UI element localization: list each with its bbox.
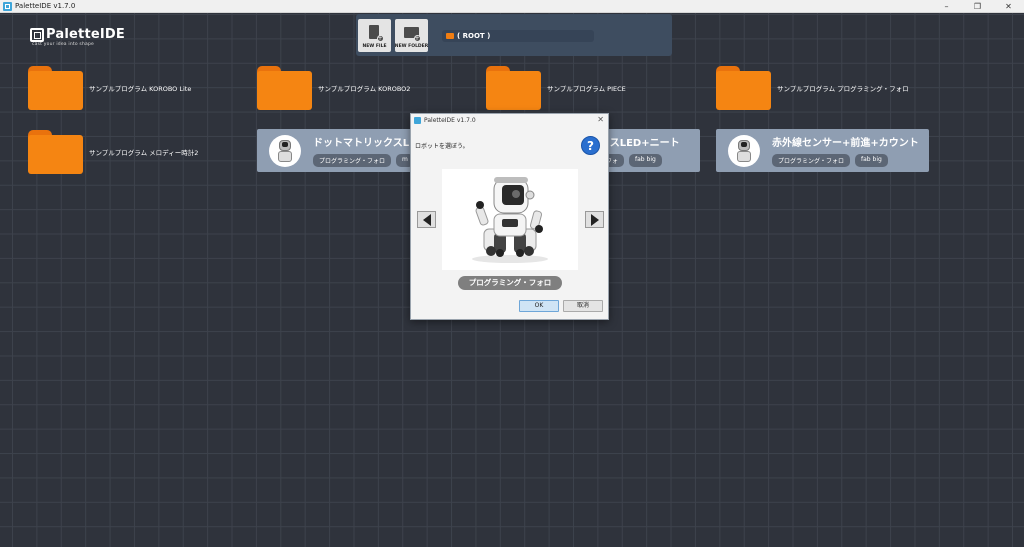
card-title: 赤外線センサー+前進+カウント: [772, 138, 919, 149]
card-tag: fab big: [855, 154, 888, 167]
program-card[interactable]: 赤外線センサー+前進+カウント プログラミング・フォロ fab big: [716, 129, 929, 172]
card-title: ドットマトリックスLED: [313, 138, 425, 149]
folder-icon: [716, 66, 771, 110]
close-button[interactable]: ✕: [993, 0, 1024, 13]
folder-icon: [28, 130, 83, 174]
app-logo: PaletteIDE cast your idea into shape: [30, 27, 125, 47]
folder-item[interactable]: サンプルプログラム KOROBO2: [257, 66, 410, 110]
path-text: ( ROOT ): [457, 32, 491, 40]
robot-avatar: [269, 134, 301, 167]
new-file-icon: +: [367, 25, 384, 42]
new-folder-label: NEW FOLDER: [394, 44, 429, 49]
app-icon: [3, 1, 12, 11]
card-tag: fab big: [629, 154, 662, 167]
card-tag: プログラミング・フォロ: [313, 154, 392, 167]
folder-icon: [257, 66, 312, 110]
dialog-title: PaletteIDE v1.7.0: [424, 116, 476, 124]
new-file-label: NEW FILE: [362, 44, 387, 49]
folder-icon: [446, 33, 454, 39]
app-icon: [414, 116, 421, 124]
robot-image: [442, 169, 578, 270]
folder-label: サンプルプログラム メロディー時計2: [89, 149, 199, 157]
ok-button[interactable]: OK: [519, 300, 559, 312]
question-icon: ?: [581, 136, 600, 155]
card-title: クスLED+ニート: [600, 138, 680, 149]
cancel-button[interactable]: 取消: [563, 300, 603, 312]
folder-item[interactable]: サンプルプログラム KOROBO Lite: [28, 66, 191, 110]
close-icon[interactable]: ✕: [597, 115, 604, 124]
folder-item[interactable]: サンプルプログラム メロディー時計2: [28, 130, 198, 174]
previous-robot-button[interactable]: [417, 211, 436, 228]
robot-illustration: [472, 177, 548, 263]
folder-item[interactable]: サンプルプログラム プログラミング・フォロ: [716, 66, 909, 110]
robot-avatar: [728, 134, 760, 167]
logo-name: PaletteIDE: [46, 27, 125, 42]
new-file-button[interactable]: + NEW FILE: [358, 19, 391, 52]
dialog-titlebar: PaletteIDE v1.7.0 ✕: [411, 114, 608, 126]
window-titlebar: PaletteIDE v1.7.0 – ❐ ✕: [0, 0, 1024, 13]
maximize-button[interactable]: ❐: [962, 0, 993, 13]
arrow-right-icon: [590, 213, 599, 226]
robot-select-dialog: PaletteIDE v1.7.0 ✕ ロボットを選ぼう。 ? プログラミング・…: [410, 113, 609, 320]
path-breadcrumb[interactable]: ( ROOT ): [442, 30, 594, 42]
window-title: PaletteIDE v1.7.0: [15, 2, 76, 10]
folder-label: サンプルプログラム KOROBO2: [318, 85, 411, 93]
folder-item[interactable]: サンプルプログラム PIECE: [486, 66, 626, 110]
logo-icon: [30, 27, 44, 42]
folder-icon: [486, 66, 541, 110]
folder-label: サンプルプログラム KOROBO Lite: [89, 85, 192, 93]
robot-name-label: プログラミング・フォロ: [458, 276, 562, 290]
folder-label: サンプルプログラム プログラミング・フォロ: [777, 85, 909, 93]
new-folder-button[interactable]: + NEW FOLDER: [395, 19, 428, 52]
next-robot-button[interactable]: [585, 211, 604, 228]
folder-label: サンプルプログラム PIECE: [547, 85, 626, 93]
new-folder-icon: +: [403, 25, 421, 42]
folder-icon: [28, 66, 83, 110]
logo-tagline: cast your idea into shape: [32, 42, 95, 47]
top-toolbar: + NEW FILE + NEW FOLDER ( ROOT ): [356, 14, 672, 56]
minimize-button[interactable]: –: [931, 0, 962, 13]
card-tag: プログラミング・フォロ: [772, 154, 851, 167]
dialog-prompt: ロボットを選ぼう。: [415, 143, 469, 150]
arrow-left-icon: [422, 213, 431, 226]
